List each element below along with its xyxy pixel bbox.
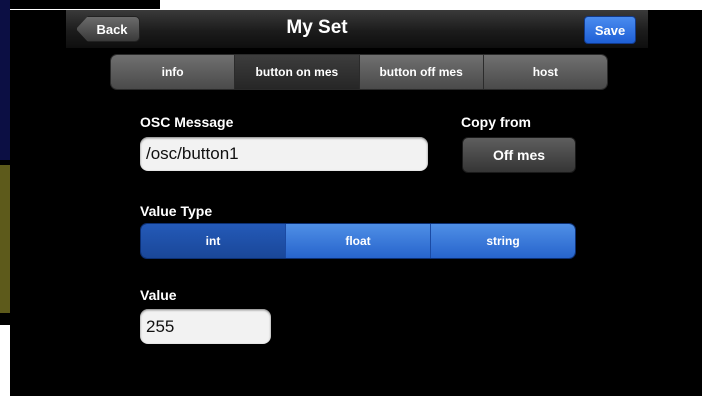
value-type-segmented-control: int float string (140, 223, 576, 259)
background-window-blue (0, 0, 10, 160)
save-button[interactable]: Save (584, 16, 636, 44)
background-strip (0, 0, 160, 9)
value-type-string[interactable]: string (431, 224, 575, 258)
copy-from-label: Copy from (461, 114, 531, 130)
navigation-bar: Back My Set Save (66, 10, 648, 49)
copy-off-mes-button[interactable]: Off mes (462, 137, 576, 173)
value-field[interactable]: 255 (140, 309, 271, 344)
background-window-olive (0, 165, 10, 313)
page-title: My Set (286, 17, 348, 38)
value-type-label: Value Type (140, 203, 213, 219)
value-type-float[interactable]: float (286, 224, 431, 258)
tab-button-off-mes[interactable]: button off mes (359, 55, 484, 89)
tab-button-on-mes[interactable]: button on mes (235, 55, 360, 89)
value-type-int[interactable]: int (141, 224, 286, 258)
osc-message-label: OSC Message (140, 114, 234, 130)
value-label: Value (140, 287, 177, 303)
background-gap (0, 313, 10, 325)
osc-message-field[interactable]: /osc/button1 (140, 137, 428, 171)
section-segmented-control: info button on mes button off mes host (110, 54, 608, 90)
tab-host[interactable]: host (483, 55, 607, 89)
app-screen: Back My Set Save info button on mes butt… (10, 10, 702, 396)
tab-info[interactable]: info (111, 55, 236, 89)
